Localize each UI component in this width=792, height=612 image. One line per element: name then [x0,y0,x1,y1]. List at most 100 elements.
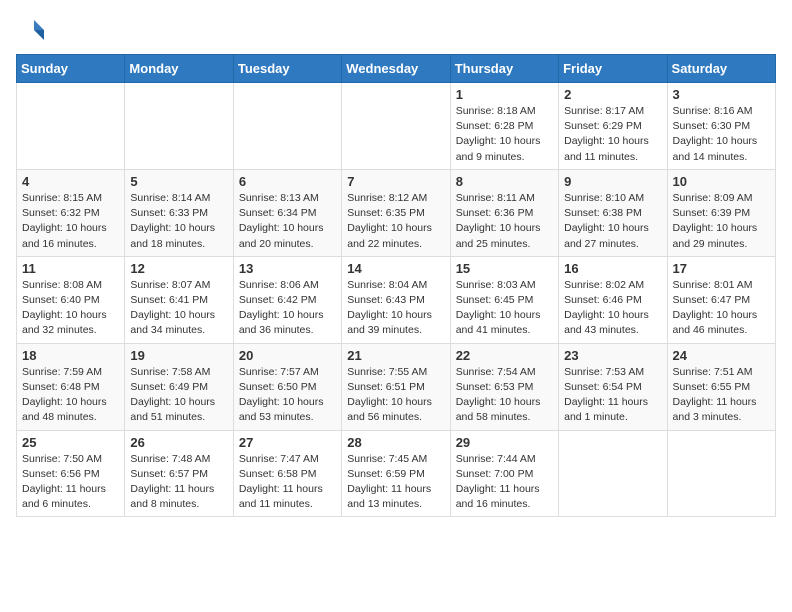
weekday-header-friday: Friday [559,55,667,83]
calendar-cell: 8 Sunrise: 8:11 AM Sunset: 6:36 PM Daylig… [450,169,558,256]
day-info: Sunrise: 7:54 AM Sunset: 6:53 PM Dayligh… [456,365,553,426]
calendar-cell: 29 Sunrise: 7:44 AM Sunset: 7:00 PM Dayli… [450,430,558,517]
weekday-header-tuesday: Tuesday [233,55,341,83]
calendar-cell: 10 Sunrise: 8:09 AM Sunset: 6:39 PM Dayli… [667,169,775,256]
calendar-cell: 26Sunrise: 7:48 AM Sunset: 6:57 PM Dayli… [125,430,233,517]
day-info: Sunrise: 8:18 AM Sunset: 6:28 PM Dayligh… [456,104,553,165]
calendar-cell: 14 Sunrise: 8:04 AM Sunset: 6:43 PM Dayli… [342,256,450,343]
weekday-header-monday: Monday [125,55,233,83]
day-info: Sunrise: 7:50 AM Sunset: 6:56 PM Dayligh… [22,452,119,513]
day-number: 28 [347,435,444,450]
day-info: Sunrise: 7:47 AM Sunset: 6:58 PM Dayligh… [239,452,336,513]
week-row-3: 18 Sunrise: 7:59 AM Sunset: 6:48 PM Dayli… [17,343,776,430]
calendar-cell: 9Sunrise: 8:10 AM Sunset: 6:38 PM Daylig… [559,169,667,256]
day-number: 10 [673,174,770,189]
day-info: Sunrise: 7:58 AM Sunset: 6:49 PM Dayligh… [130,365,227,426]
day-number: 3 [673,87,770,102]
day-info: Sunrise: 8:09 AM Sunset: 6:39 PM Dayligh… [673,191,770,252]
day-number: 1 [456,87,553,102]
day-info: Sunrise: 8:07 AM Sunset: 6:41 PM Dayligh… [130,278,227,339]
calendar-cell [667,430,775,517]
day-info: Sunrise: 8:10 AM Sunset: 6:38 PM Dayligh… [564,191,661,252]
weekday-header-thursday: Thursday [450,55,558,83]
day-number: 29 [456,435,553,450]
calendar-table: SundayMondayTuesdayWednesdayThursdayFrid… [16,54,776,517]
day-number: 4 [22,174,119,189]
day-info: Sunrise: 8:02 AM Sunset: 6:46 PM Dayligh… [564,278,661,339]
calendar-cell: 27 Sunrise: 7:47 AM Sunset: 6:58 PM Dayli… [233,430,341,517]
calendar-cell: 19 Sunrise: 7:58 AM Sunset: 6:49 PM Dayli… [125,343,233,430]
calendar-cell [342,83,450,170]
day-number: 12 [130,261,227,276]
weekday-header-saturday: Saturday [667,55,775,83]
day-info: Sunrise: 7:59 AM Sunset: 6:48 PM Dayligh… [22,365,119,426]
calendar-cell: 5 Sunrise: 8:14 AM Sunset: 6:33 PM Daylig… [125,169,233,256]
calendar-cell: 18 Sunrise: 7:59 AM Sunset: 6:48 PM Dayli… [17,343,125,430]
day-number: 5 [130,174,227,189]
calendar-cell: 15Sunrise: 8:03 AM Sunset: 6:45 PM Dayli… [450,256,558,343]
calendar-cell: 23 Sunrise: 7:53 AM Sunset: 6:54 PM Dayli… [559,343,667,430]
week-row-2: 11 Sunrise: 8:08 AM Sunset: 6:40 PM Dayli… [17,256,776,343]
day-number: 26 [130,435,227,450]
day-info: Sunrise: 7:51 AM Sunset: 6:55 PM Dayligh… [673,365,770,426]
day-number: 22 [456,348,553,363]
calendar-cell: 21Sunrise: 7:55 AM Sunset: 6:51 PM Dayli… [342,343,450,430]
week-row-4: 25 Sunrise: 7:50 AM Sunset: 6:56 PM Dayli… [17,430,776,517]
day-info: Sunrise: 8:06 AM Sunset: 6:42 PM Dayligh… [239,278,336,339]
day-number: 23 [564,348,661,363]
page-header [16,16,776,46]
day-number: 16 [564,261,661,276]
day-info: Sunrise: 8:11 AM Sunset: 6:36 PM Dayligh… [456,191,553,252]
day-number: 13 [239,261,336,276]
calendar-cell: 20 Sunrise: 7:57 AM Sunset: 6:50 PM Dayli… [233,343,341,430]
calendar-cell [559,430,667,517]
calendar-cell: 24 Sunrise: 7:51 AM Sunset: 6:55 PM Dayli… [667,343,775,430]
weekday-header-sunday: Sunday [17,55,125,83]
day-number: 6 [239,174,336,189]
week-row-1: 4 Sunrise: 8:15 AM Sunset: 6:32 PM Daylig… [17,169,776,256]
day-info: Sunrise: 8:15 AM Sunset: 6:32 PM Dayligh… [22,191,119,252]
calendar-cell: 7Sunrise: 8:12 AM Sunset: 6:35 PM Daylig… [342,169,450,256]
day-info: Sunrise: 8:17 AM Sunset: 6:29 PM Dayligh… [564,104,661,165]
calendar-cell: 2 Sunrise: 8:17 AM Sunset: 6:29 PM Daylig… [559,83,667,170]
week-row-0: 1 Sunrise: 8:18 AM Sunset: 6:28 PM Daylig… [17,83,776,170]
logo-icon [16,16,46,46]
calendar-cell: 3Sunrise: 8:16 AM Sunset: 6:30 PM Daylig… [667,83,775,170]
day-number: 27 [239,435,336,450]
calendar-cell [17,83,125,170]
day-info: Sunrise: 7:53 AM Sunset: 6:54 PM Dayligh… [564,365,661,426]
calendar-cell: 16 Sunrise: 8:02 AM Sunset: 6:46 PM Dayli… [559,256,667,343]
day-info: Sunrise: 7:57 AM Sunset: 6:50 PM Dayligh… [239,365,336,426]
day-number: 21 [347,348,444,363]
day-number: 18 [22,348,119,363]
day-info: Sunrise: 8:01 AM Sunset: 6:47 PM Dayligh… [673,278,770,339]
calendar-cell: 13 Sunrise: 8:06 AM Sunset: 6:42 PM Dayli… [233,256,341,343]
day-number: 8 [456,174,553,189]
day-number: 19 [130,348,227,363]
day-info: Sunrise: 7:44 AM Sunset: 7:00 PM Dayligh… [456,452,553,513]
calendar-cell: 28 Sunrise: 7:45 AM Sunset: 6:59 PM Dayli… [342,430,450,517]
day-number: 24 [673,348,770,363]
day-number: 15 [456,261,553,276]
day-number: 17 [673,261,770,276]
day-number: 20 [239,348,336,363]
day-number: 11 [22,261,119,276]
calendar-cell: 12 Sunrise: 8:07 AM Sunset: 6:41 PM Dayli… [125,256,233,343]
calendar-cell: 11 Sunrise: 8:08 AM Sunset: 6:40 PM Dayli… [17,256,125,343]
calendar-cell: 25 Sunrise: 7:50 AM Sunset: 6:56 PM Dayli… [17,430,125,517]
day-info: Sunrise: 8:13 AM Sunset: 6:34 PM Dayligh… [239,191,336,252]
day-info: Sunrise: 8:12 AM Sunset: 6:35 PM Dayligh… [347,191,444,252]
day-info: Sunrise: 7:45 AM Sunset: 6:59 PM Dayligh… [347,452,444,513]
day-info: Sunrise: 8:08 AM Sunset: 6:40 PM Dayligh… [22,278,119,339]
calendar-cell: 1 Sunrise: 8:18 AM Sunset: 6:28 PM Daylig… [450,83,558,170]
calendar-cell: 6 Sunrise: 8:13 AM Sunset: 6:34 PM Daylig… [233,169,341,256]
calendar-cell [233,83,341,170]
calendar-cell [125,83,233,170]
day-info: Sunrise: 8:14 AM Sunset: 6:33 PM Dayligh… [130,191,227,252]
calendar-cell: 4 Sunrise: 8:15 AM Sunset: 6:32 PM Daylig… [17,169,125,256]
day-number: 25 [22,435,119,450]
day-number: 2 [564,87,661,102]
day-number: 14 [347,261,444,276]
day-info: Sunrise: 8:04 AM Sunset: 6:43 PM Dayligh… [347,278,444,339]
weekday-header-row: SundayMondayTuesdayWednesdayThursdayFrid… [17,55,776,83]
